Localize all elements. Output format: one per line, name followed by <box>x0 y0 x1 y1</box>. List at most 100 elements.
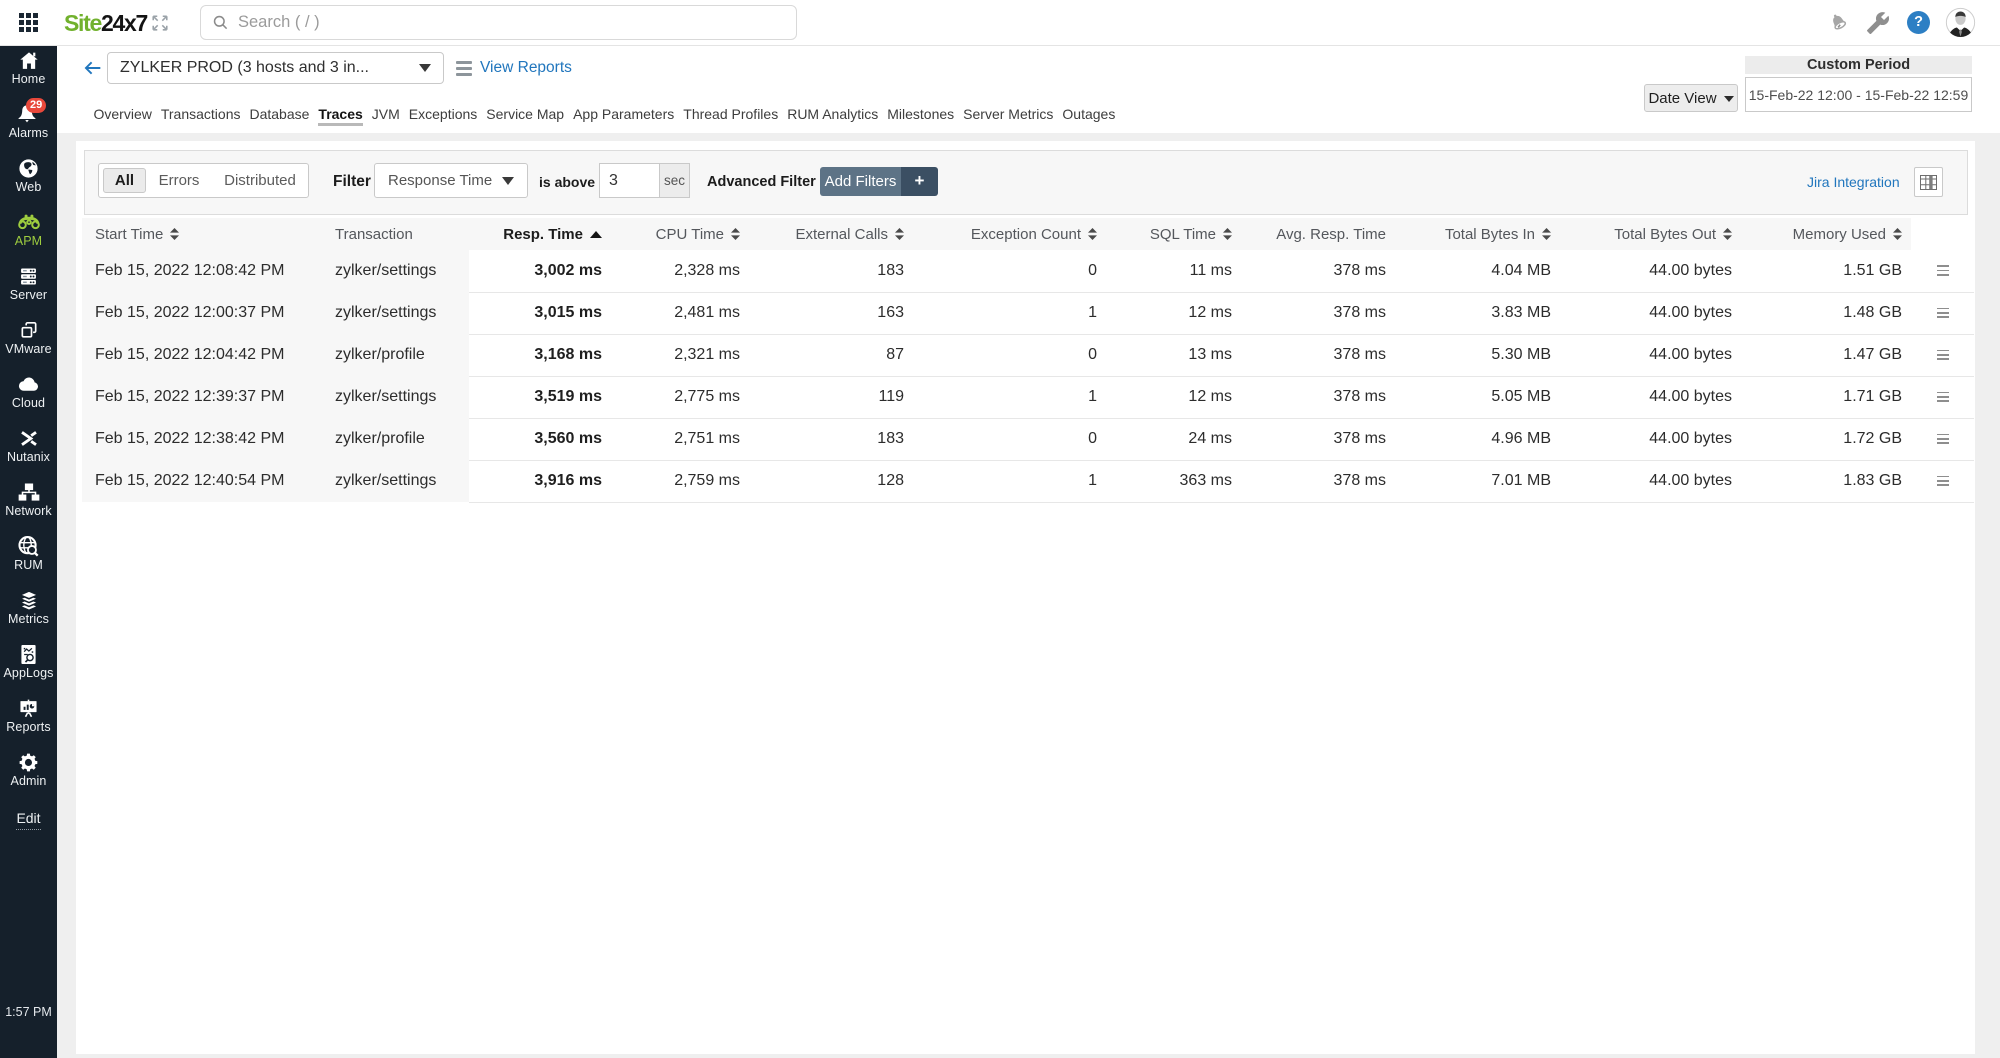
tab-thread-profiles[interactable]: Thread Profiles <box>679 102 783 127</box>
sidebar-item-rum[interactable]: RUM <box>0 534 57 573</box>
expand-icon[interactable] <box>149 12 171 34</box>
sidebar-item-home[interactable]: Home <box>0 48 57 87</box>
sidebar-item-reports[interactable]: Reports <box>0 696 57 735</box>
row-menu-icon[interactable] <box>1937 476 1949 486</box>
cell-sql-time: 363 ms <box>1106 460 1241 502</box>
trace-type-segmented-control: AllErrorsDistributed <box>98 163 309 198</box>
app-grid-icon[interactable] <box>19 13 38 32</box>
sidebar-item-vmware[interactable]: VMware <box>0 318 57 357</box>
column-header-total-bytes-out[interactable]: Total Bytes Out <box>1560 218 1741 250</box>
sidebar-item-nutanix[interactable]: Nutanix <box>0 426 57 465</box>
tab-outages[interactable]: Outages <box>1058 102 1120 127</box>
row-menu-icon[interactable] <box>1937 434 1949 444</box>
chevron-down-icon <box>419 64 431 72</box>
notification-bell-icon[interactable] <box>1827 11 1851 40</box>
column-header-avg-resp-time[interactable]: Avg. Resp. Time <box>1241 218 1395 250</box>
tab-exceptions[interactable]: Exceptions <box>404 102 481 127</box>
back-arrow-icon[interactable] <box>82 57 104 79</box>
column-settings-button[interactable] <box>1914 167 1943 197</box>
sidebar-nav: Home 29Alarms Web APM Server VMware Cloud Nutan… <box>0 46 57 1058</box>
traces-table: Start TimeTransactionResp. TimeCPU TimeE… <box>82 218 1974 503</box>
row-menu-icon[interactable] <box>1937 265 1949 275</box>
filter-field-dropdown[interactable]: Response Time <box>374 163 528 198</box>
row-menu-icon[interactable] <box>1937 392 1949 402</box>
column-header-resp-time[interactable]: Resp. Time <box>469 218 611 250</box>
table-row[interactable]: Feb 15, 2022 12:08:42 PMzylker/settings3… <box>82 250 1974 292</box>
tab-transactions[interactable]: Transactions <box>156 102 245 127</box>
cell-external-calls: 183 <box>749 418 913 460</box>
plus-icon: + <box>901 167 938 196</box>
cell-cpu-time: 2,759 ms <box>611 460 749 502</box>
search-input[interactable]: Search ( / ) <box>200 5 797 40</box>
cell-total-bytes-in: 3.83 MB <box>1395 292 1560 334</box>
admin-icon <box>0 750 57 774</box>
tab-database[interactable]: Database <box>245 102 314 127</box>
date-range-picker[interactable]: 15-Feb-22 12:00 - 15-Feb-22 12:59 <box>1745 77 1972 112</box>
date-view-button[interactable]: Date View <box>1644 84 1738 112</box>
sidebar-item-apm[interactable]: APM <box>0 210 57 249</box>
cell-row-menu <box>1911 376 1974 418</box>
tab-server-metrics[interactable]: Server Metrics <box>959 102 1058 127</box>
sidebar-edit-link[interactable]: Edit <box>0 810 57 826</box>
table-row[interactable]: Feb 15, 2022 12:38:42 PMzylker/profile3,… <box>82 418 1974 460</box>
segment-errors[interactable]: Errors <box>146 172 212 189</box>
help-icon[interactable]: ? <box>1907 11 1930 34</box>
tab-traces[interactable]: Traces <box>314 102 367 127</box>
column-header-total-bytes-in[interactable]: Total Bytes In <box>1395 218 1560 250</box>
tab-jvm[interactable]: JVM <box>367 102 404 127</box>
cell-resp-time: 3,916 ms <box>469 460 611 502</box>
table-row[interactable]: Feb 15, 2022 12:39:37 PMzylker/settings3… <box>82 376 1974 418</box>
sidebar-item-metrics[interactable]: Metrics <box>0 588 57 627</box>
page-header: ZYLKER PROD (3 hosts and 3 in... View Re… <box>57 46 2000 133</box>
cell-sql-time: 24 ms <box>1106 418 1241 460</box>
sidebar-item-web[interactable]: Web <box>0 156 57 195</box>
tab-milestones[interactable]: Milestones <box>883 102 959 127</box>
column-header-external-calls[interactable]: External Calls <box>749 218 913 250</box>
cell-external-calls: 87 <box>749 334 913 376</box>
add-filters-button[interactable]: Add Filters+ <box>820 167 938 196</box>
column-header-sql-time[interactable]: SQL Time <box>1106 218 1241 250</box>
column-header-memory-used[interactable]: Memory Used <box>1741 218 1911 250</box>
table-row[interactable]: Feb 15, 2022 12:04:42 PMzylker/profile3,… <box>82 334 1974 376</box>
cell-exception-count: 0 <box>913 334 1106 376</box>
cell-memory-used: 1.83 GB <box>1741 460 1911 502</box>
filter-value-input[interactable]: 3 <box>599 163 660 198</box>
table-row[interactable]: Feb 15, 2022 12:00:37 PMzylker/settings3… <box>82 292 1974 334</box>
column-header-exception-count[interactable]: Exception Count <box>913 218 1106 250</box>
home-icon <box>0 48 57 72</box>
segment-all[interactable]: All <box>103 168 146 193</box>
cell-resp-time: 3,015 ms <box>469 292 611 334</box>
sidebar-item-network[interactable]: Network <box>0 480 57 519</box>
user-avatar[interactable] <box>1945 7 1976 38</box>
tools-wrench-icon[interactable] <box>1866 11 1890 40</box>
sidebar-item-cloud[interactable]: Cloud <box>0 372 57 411</box>
cell-start-time: Feb 15, 2022 12:38:42 PM <box>82 418 335 460</box>
sidebar-item-applogs[interactable]: AppLogs <box>0 642 57 681</box>
sidebar-item-server[interactable]: Server <box>0 264 57 303</box>
cell-memory-used: 1.47 GB <box>1741 334 1911 376</box>
cell-memory-used: 1.72 GB <box>1741 418 1911 460</box>
filter-panel: AllErrorsDistributed Filter Response Tim… <box>84 150 1968 215</box>
table-row[interactable]: Feb 15, 2022 12:40:54 PMzylker/settings3… <box>82 460 1974 502</box>
sidebar-item-alarms[interactable]: 29Alarms <box>0 102 57 141</box>
jira-integration-link[interactable]: Jira Integration <box>1807 174 1900 190</box>
cell-transaction: zylker/settings <box>335 460 469 502</box>
view-reports-link[interactable]: View Reports <box>456 59 572 77</box>
column-header-cpu-time[interactable]: CPU Time <box>611 218 749 250</box>
tab-app-parameters[interactable]: App Parameters <box>569 102 679 127</box>
custom-period-label: Custom Period <box>1745 56 1972 74</box>
cell-total-bytes-out: 44.00 bytes <box>1560 376 1741 418</box>
tab-overview[interactable]: Overview <box>89 102 156 127</box>
top-bar: Site24x7 Search ( / ) ? <box>0 0 2000 46</box>
row-menu-icon[interactable] <box>1937 350 1949 360</box>
tab-rum-analytics[interactable]: RUM Analytics <box>783 102 883 127</box>
monitor-dropdown[interactable]: ZYLKER PROD (3 hosts and 3 in... <box>107 52 444 84</box>
column-header-transaction[interactable]: Transaction <box>335 218 469 250</box>
sidebar-item-admin[interactable]: Admin <box>0 750 57 789</box>
row-menu-icon[interactable] <box>1937 308 1949 318</box>
cell-memory-used: 1.48 GB <box>1741 292 1911 334</box>
segment-distributed[interactable]: Distributed <box>212 172 308 189</box>
tab-service-map[interactable]: Service Map <box>482 102 569 127</box>
cell-total-bytes-out: 44.00 bytes <box>1560 292 1741 334</box>
column-header-start-time[interactable]: Start Time <box>82 218 335 250</box>
